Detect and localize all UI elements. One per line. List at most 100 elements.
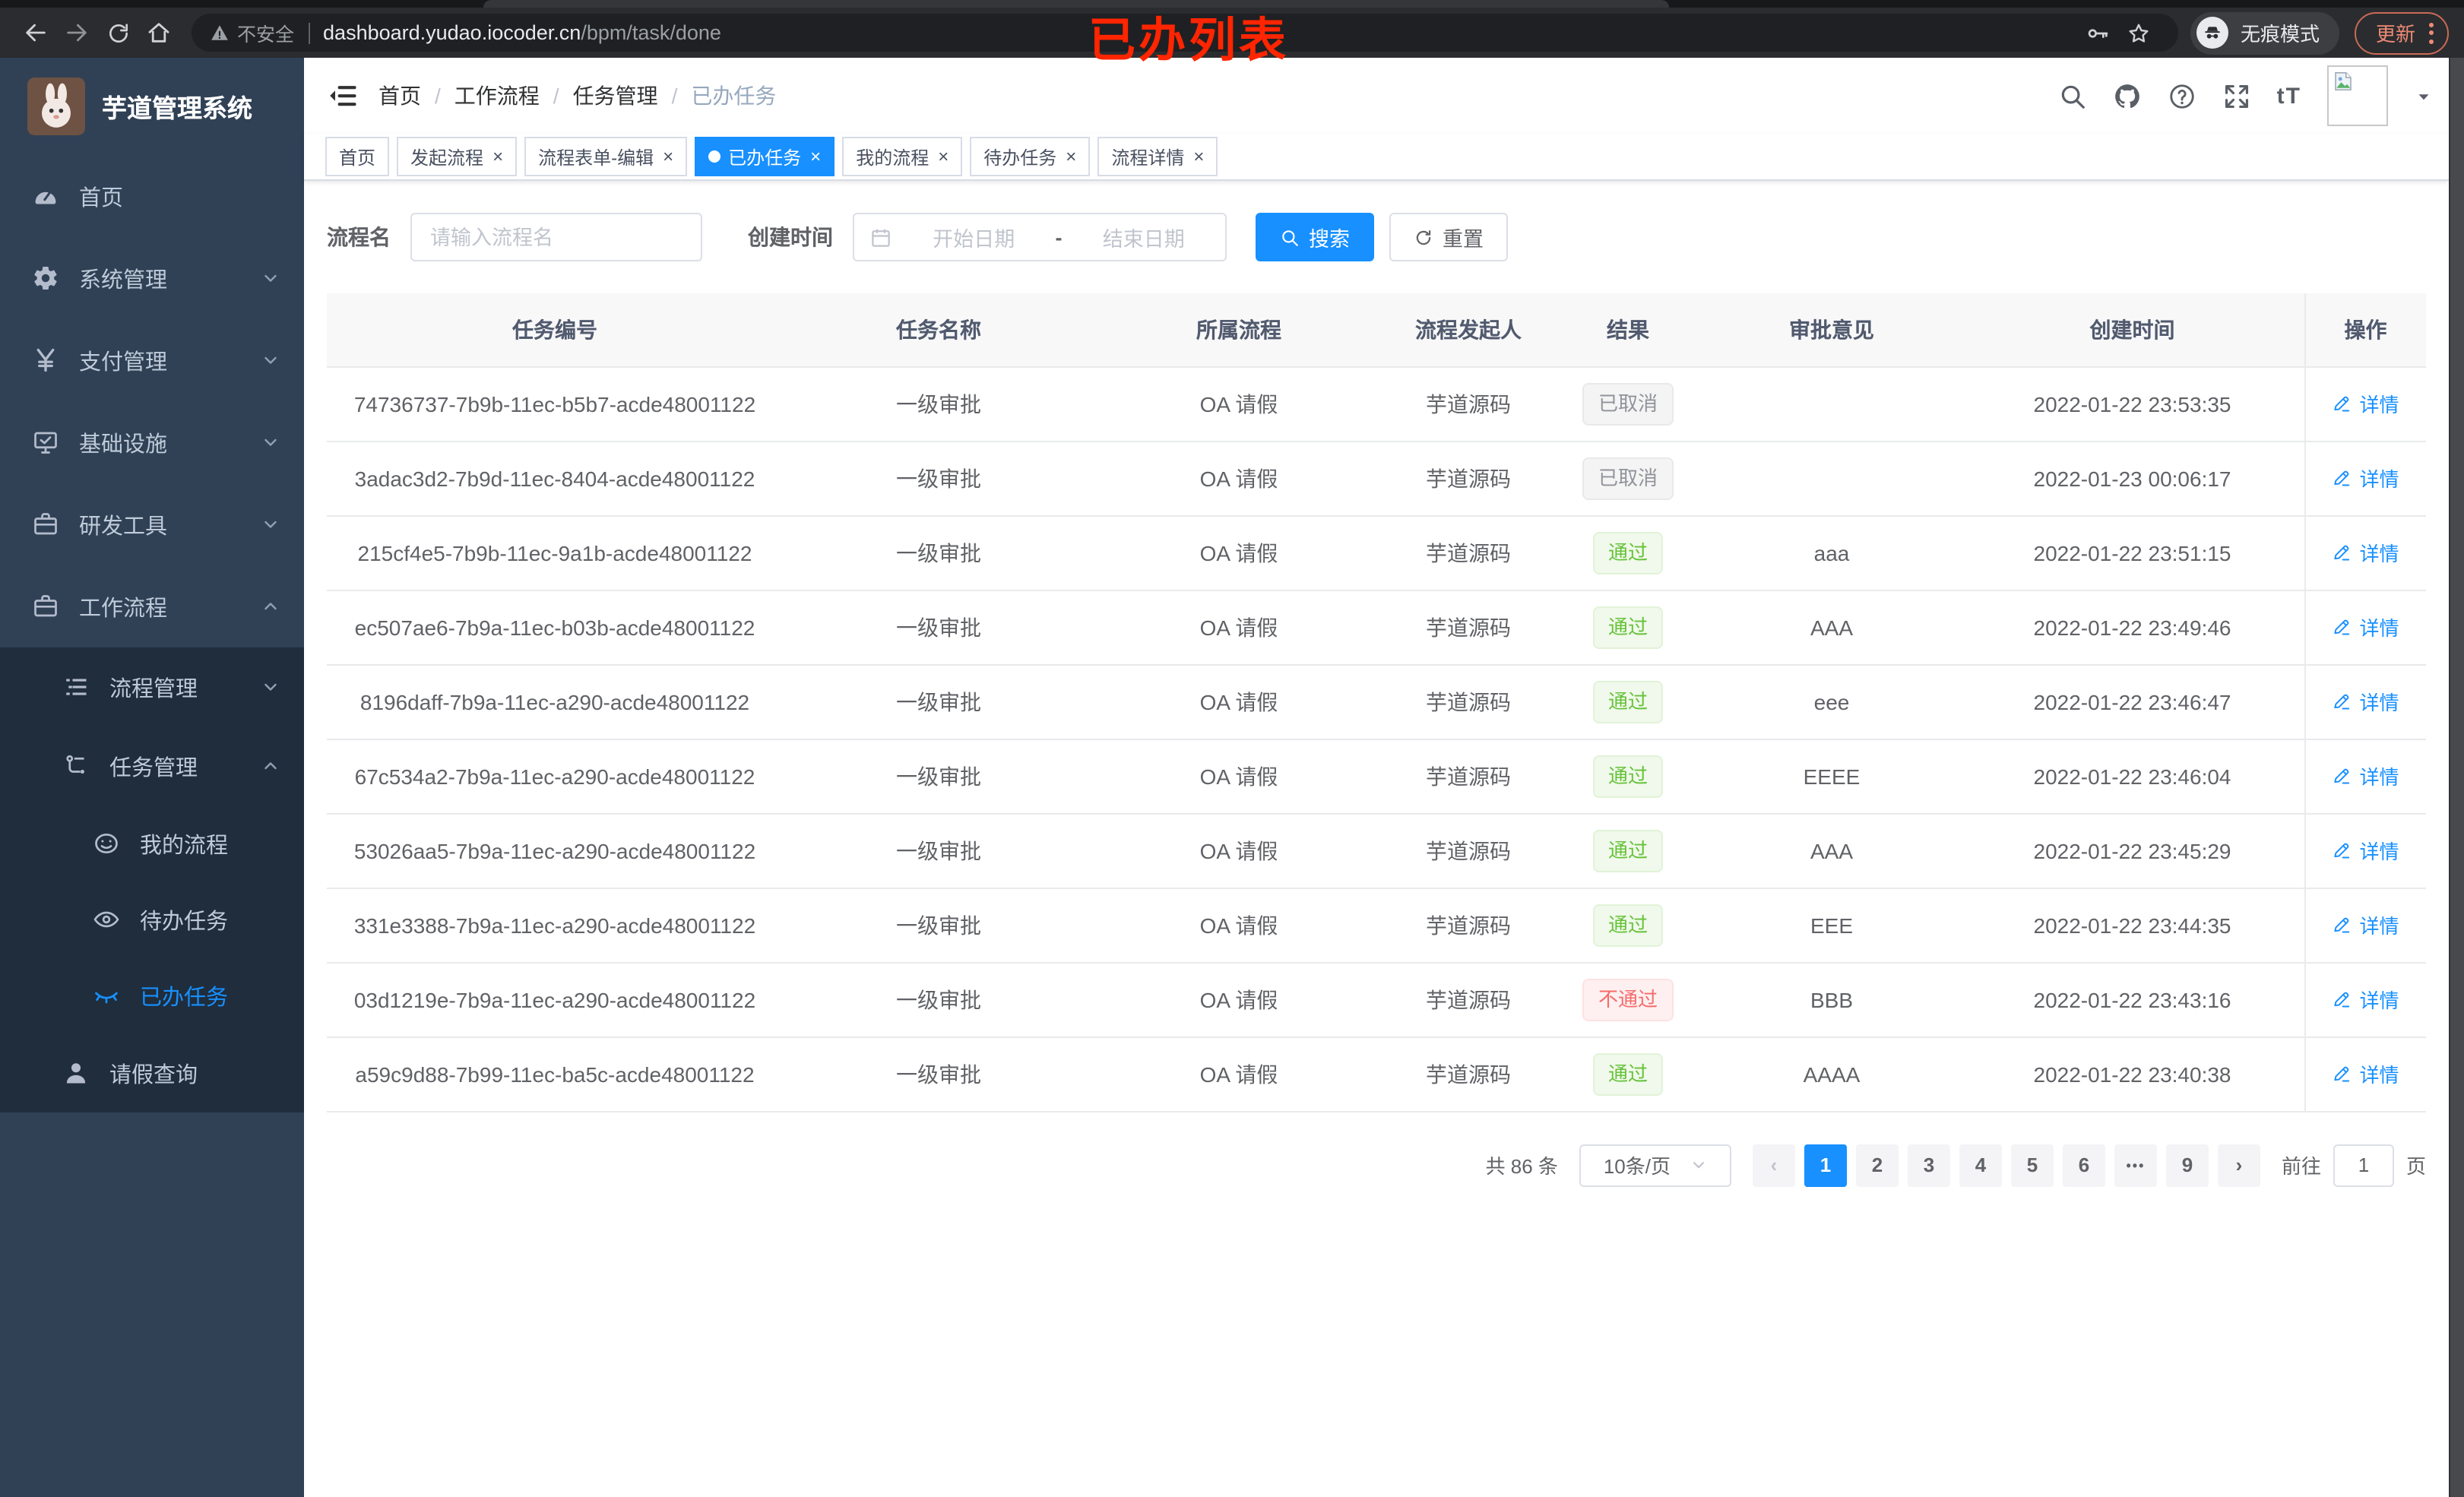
page-button-6[interactable]: 6 [2062,1144,2105,1186]
sidebar-item-done-task[interactable]: 已办任务 [0,957,304,1033]
page-size-select[interactable]: 10条/页 [1579,1144,1731,1186]
home-icon[interactable] [138,12,179,53]
yen-icon [32,347,59,374]
close-icon[interactable]: × [1066,146,1076,167]
breadcrumb-home[interactable]: 首页 [378,81,421,111]
search-button[interactable]: 搜索 [1256,213,1374,261]
sidebar-item-workflow[interactable]: 工作流程 [0,565,304,647]
sidebar-item-system[interactable]: 系统管理 [0,237,304,319]
status-badge: 不通过 [1582,978,1673,1021]
status-badge: 已取消 [1582,457,1673,499]
bookmark-star-icon[interactable] [2119,12,2160,53]
chevron-down-icon [261,351,280,369]
sidebar-item-leave-query[interactable]: 请假查询 [0,1033,304,1112]
detail-link[interactable]: 详情 [2332,1059,2399,1088]
eye-icon [93,906,120,933]
close-icon[interactable]: × [492,146,503,167]
sidebar-item-payment[interactable]: 支付管理 [0,319,304,401]
address-bar[interactable]: 不安全 dashboard.yudao.iocoder.cn/bpm/task/… [192,14,2178,52]
reload-icon[interactable] [97,12,138,53]
detail-link[interactable]: 详情 [2332,612,2399,641]
breadcrumb-workflow[interactable]: 工作流程 [454,81,540,111]
chevron-down-icon [261,433,280,451]
update-label[interactable]: 更新 [2376,18,2415,47]
sidebar-item-infra[interactable]: 基础设施 [0,401,304,483]
font-size-icon[interactable]: tT [2277,83,2301,109]
detail-link[interactable]: 详情 [2332,464,2399,492]
monitor-icon [32,429,59,456]
github-icon[interactable] [2113,81,2142,110]
end-date-placeholder[interactable]: 结束日期 [1078,222,1211,252]
browser-tabstrip [0,0,2464,8]
status-badge: 通过 [1592,904,1663,946]
detail-link[interactable]: 详情 [2332,836,2399,865]
detail-link[interactable]: 详情 [2332,389,2399,418]
breadcrumb-task-mgmt[interactable]: 任务管理 [573,81,658,111]
forward-icon[interactable] [56,12,97,53]
date-range-picker[interactable]: 开始日期 - 结束日期 [853,213,1227,261]
sidebar-item-process-mgmt[interactable]: 流程管理 [0,647,304,726]
back-icon[interactable] [15,12,56,53]
tab-home[interactable]: 首页 [325,137,390,176]
page-button-4[interactable]: 4 [1959,1144,2002,1186]
table-row: 3adac3d2-7b9d-11ec-8404-acde48001122 一级审批… [327,441,2426,516]
goto-page-input[interactable] [2333,1144,2394,1186]
url-text[interactable]: dashboard.yudao.iocoder.cn/bpm/task/done [323,21,721,44]
tab-form-edit[interactable]: 流程表单-编辑 × [524,137,688,176]
sidebar-item-devtools[interactable]: 研发工具 [0,483,304,565]
workflow-submenu: 流程管理 任务管理 我的流程 待办任务 已办任务 请假查询 [0,647,304,1112]
detail-link[interactable]: 详情 [2332,910,2399,939]
help-icon[interactable] [2168,81,2196,110]
avatar[interactable] [2327,65,2388,126]
detail-link[interactable]: 详情 [2332,761,2399,790]
close-icon[interactable]: × [1193,146,1204,167]
reset-button[interactable]: 重置 [1389,213,1508,261]
detail-link[interactable]: 详情 [2332,538,2399,567]
page-button-2[interactable]: 2 [1855,1144,1899,1186]
person-icon [62,1059,90,1087]
page-button-1[interactable]: 1 [1804,1144,1847,1186]
avatar-caret-icon[interactable] [2414,86,2434,106]
tab-process-detail[interactable]: 流程详情 × [1097,137,1218,176]
page-button-9[interactable]: 9 [2165,1144,2209,1186]
face-icon [93,830,120,857]
status-badge: 已取消 [1582,382,1673,425]
browser-chrome: 不安全 dashboard.yudao.iocoder.cn/bpm/task/… [0,0,2464,67]
sidebar-item-home[interactable]: 首页 [0,155,304,237]
close-icon[interactable]: × [663,146,673,167]
tab-my-process[interactable]: 我的流程 × [842,137,963,176]
page-button-5[interactable]: 5 [2010,1144,2054,1186]
page-scrollbar[interactable] [2449,58,2464,1497]
more-pages-button[interactable]: ••• [2114,1144,2157,1186]
detail-link[interactable]: 详情 [2332,687,2399,716]
eye-closed-icon [93,982,120,1009]
sidebar-item-my-process[interactable]: 我的流程 [0,805,304,881]
browser-menu-icon[interactable] [2429,22,2434,43]
tab-done-task[interactable]: 已办任务 × [695,137,835,176]
tab-todo-task[interactable]: 待办任务 × [970,137,1091,176]
sidebar-fold-icon[interactable] [327,79,360,112]
next-page-button[interactable]: › [2217,1144,2260,1186]
prev-page-button[interactable]: ‹ [1752,1144,1795,1186]
sidebar-item-task-mgmt[interactable]: 任务管理 [0,726,304,805]
browser-active-tab[interactable] [483,0,1669,8]
edit-pen-icon [2332,692,2352,711]
page-button-3[interactable]: 3 [1907,1144,1950,1186]
close-icon[interactable]: × [938,146,949,167]
search-icon[interactable] [2058,81,2087,110]
process-name-input[interactable] [410,213,702,261]
detail-link[interactable]: 详情 [2332,985,2399,1014]
status-badge: 通过 [1592,829,1663,872]
sidebar-item-todo-task[interactable]: 待办任务 [0,881,304,957]
browser-update-button[interactable]: 更新 [2354,11,2449,54]
security-label[interactable]: 不安全 [237,18,294,47]
key-icon[interactable] [2078,12,2119,53]
app-logo-row[interactable]: 芋道管理系统 [0,58,304,155]
main-area: 首页 / 工作流程 / 任务管理 / 已办任务 tT 首页 发起流程 × 流程表… [304,58,2464,1497]
status-badge: 通过 [1592,680,1663,723]
edit-pen-icon [2332,989,2352,1009]
close-icon[interactable]: × [810,146,821,167]
fullscreen-icon[interactable] [2222,81,2251,110]
tab-start-process[interactable]: 发起流程 × [397,137,518,176]
start-date-placeholder[interactable]: 开始日期 [907,222,1040,252]
